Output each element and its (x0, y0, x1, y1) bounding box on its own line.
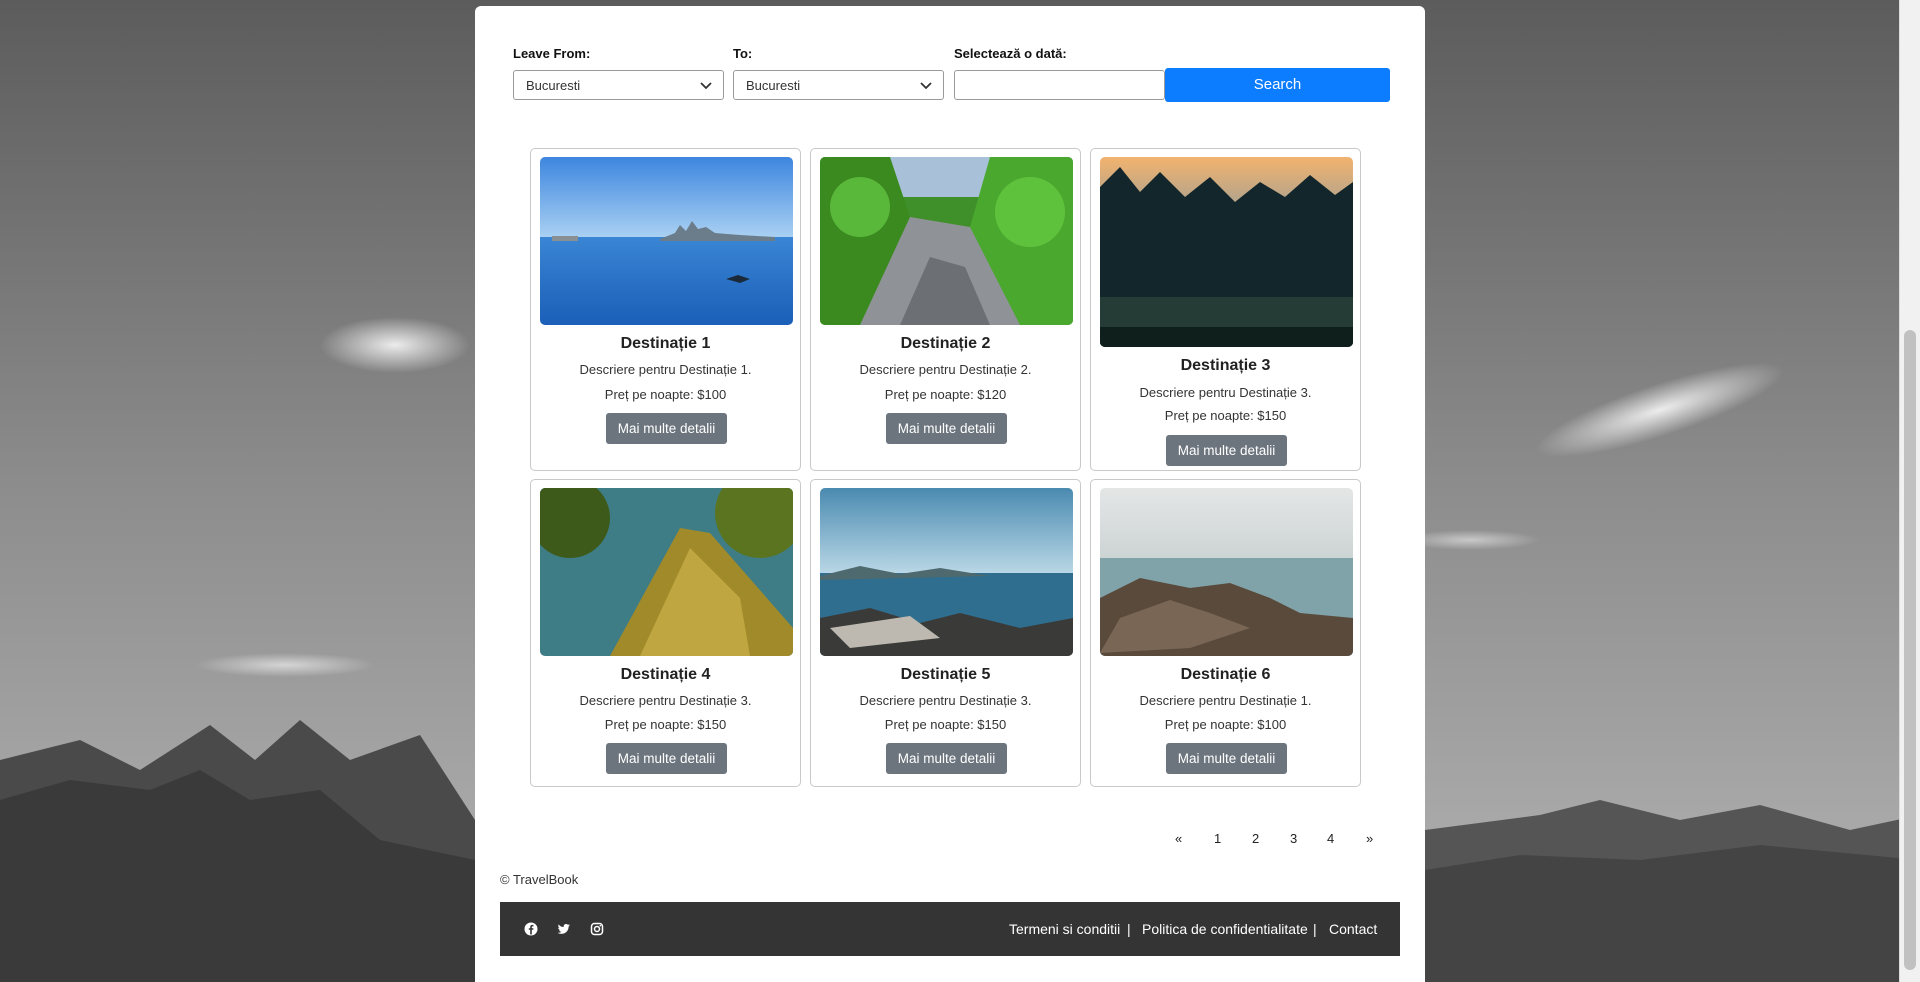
page-scrollbar[interactable] (1899, 0, 1920, 982)
twitter-icon[interactable] (557, 922, 571, 936)
card-image (820, 157, 1073, 325)
pagination-page[interactable]: 4 (1327, 831, 1334, 846)
leave-from-select[interactable]: Bucuresti (513, 70, 724, 100)
card-description: Descriere pentru Destinație 3. (1139, 385, 1312, 400)
card-price: Preț pe noapte: $120 (884, 387, 1007, 402)
main-panel: Leave From: Bucuresti To: Bucuresti Sele… (475, 6, 1425, 982)
to-select[interactable]: Bucuresti (733, 70, 944, 100)
pagination-prev[interactable]: « (1175, 831, 1182, 846)
card-title: Destinație 4 (620, 666, 711, 683)
card-price: Preț pe noapte: $100 (1164, 717, 1287, 732)
pagination-page[interactable]: 1 (1214, 831, 1221, 846)
destination-card: Destinație 5 Descriere pentru Destinație… (810, 479, 1081, 787)
copyright-text: © TravelBook (500, 872, 579, 887)
card-description: Descriere pentru Destinație 3. (579, 693, 752, 708)
card-title: Destinație 1 (620, 335, 711, 352)
destination-card: Destinație 1 Descriere pentru Destinație… (530, 148, 801, 471)
card-image (1100, 157, 1353, 347)
bay-city-skyline-photo (540, 157, 793, 325)
card-image (820, 488, 1073, 656)
card-price: Preț pe noapte: $150 (1164, 408, 1287, 423)
terms-link[interactable]: Termeni si conditii (1009, 921, 1120, 937)
card-description: Descriere pentru Destinație 1. (579, 362, 752, 377)
details-button[interactable]: Mai multe detalii (606, 413, 727, 444)
contact-link[interactable]: Contact (1329, 921, 1377, 937)
privacy-link[interactable]: Politica de confidentialitate (1142, 921, 1308, 937)
to-value: Bucuresti (746, 78, 801, 93)
details-button[interactable]: Mai multe detalii (886, 413, 1007, 444)
forest-river-photo (820, 157, 1073, 325)
date-input[interactable] (954, 70, 1165, 100)
chevron-down-icon (920, 82, 932, 90)
pagination-next[interactable]: » (1366, 831, 1373, 846)
details-button[interactable]: Mai multe detalii (886, 743, 1007, 774)
details-button[interactable]: Mai multe detalii (1166, 435, 1287, 466)
rocky-lake-shore-photo (820, 488, 1073, 656)
footer-separator: | (1313, 921, 1317, 937)
to-label: To: (733, 46, 753, 61)
leave-from-label: Leave From: (513, 46, 591, 61)
date-label: Selectează o dată: (954, 46, 1067, 61)
destination-card: Destinație 4 Descriere pentru Destinație… (530, 479, 801, 787)
card-price: Preț pe noapte: $150 (604, 717, 727, 732)
card-title: Destinație 3 (1180, 357, 1271, 374)
search-button[interactable]: Search (1165, 68, 1390, 102)
chevron-down-icon (700, 82, 712, 90)
pagination-page[interactable]: 2 (1252, 831, 1259, 846)
card-price: Preț pe noapte: $100 (604, 387, 727, 402)
card-title: Destinație 2 (900, 335, 991, 352)
card-title: Destinație 6 (1180, 666, 1271, 683)
card-image (540, 488, 793, 656)
card-title: Destinație 5 (900, 666, 991, 683)
card-description: Descriere pentru Destinație 2. (859, 362, 1032, 377)
instagram-icon[interactable] (590, 922, 604, 936)
pagination-page[interactable]: 3 (1290, 831, 1297, 846)
dark-forest-sunset-photo (1100, 157, 1353, 347)
details-button[interactable]: Mai multe detalii (1166, 743, 1287, 774)
leave-from-value: Bucuresti (526, 78, 581, 93)
card-image (1100, 488, 1353, 656)
footer-separator: | (1127, 921, 1131, 937)
card-price: Preț pe noapte: $150 (884, 717, 1007, 732)
details-button[interactable]: Mai multe detalii (606, 743, 727, 774)
scrollbar-thumb[interactable] (1904, 330, 1916, 970)
rocky-sea-coast-photo (1100, 488, 1353, 656)
facebook-icon[interactable] (524, 922, 538, 936)
card-image (540, 157, 793, 325)
card-description: Descriere pentru Destinație 1. (1139, 693, 1312, 708)
destination-card: Destinație 6 Descriere pentru Destinație… (1090, 479, 1361, 787)
mossy-tree-photo (540, 488, 793, 656)
card-description: Descriere pentru Destinație 3. (859, 693, 1032, 708)
destination-card: Destinație 3 Descriere pentru Destinație… (1090, 148, 1361, 471)
destination-card: Destinație 2 Descriere pentru Destinație… (810, 148, 1081, 471)
footer-bar: Termeni si conditii | Politica de confid… (500, 902, 1400, 956)
